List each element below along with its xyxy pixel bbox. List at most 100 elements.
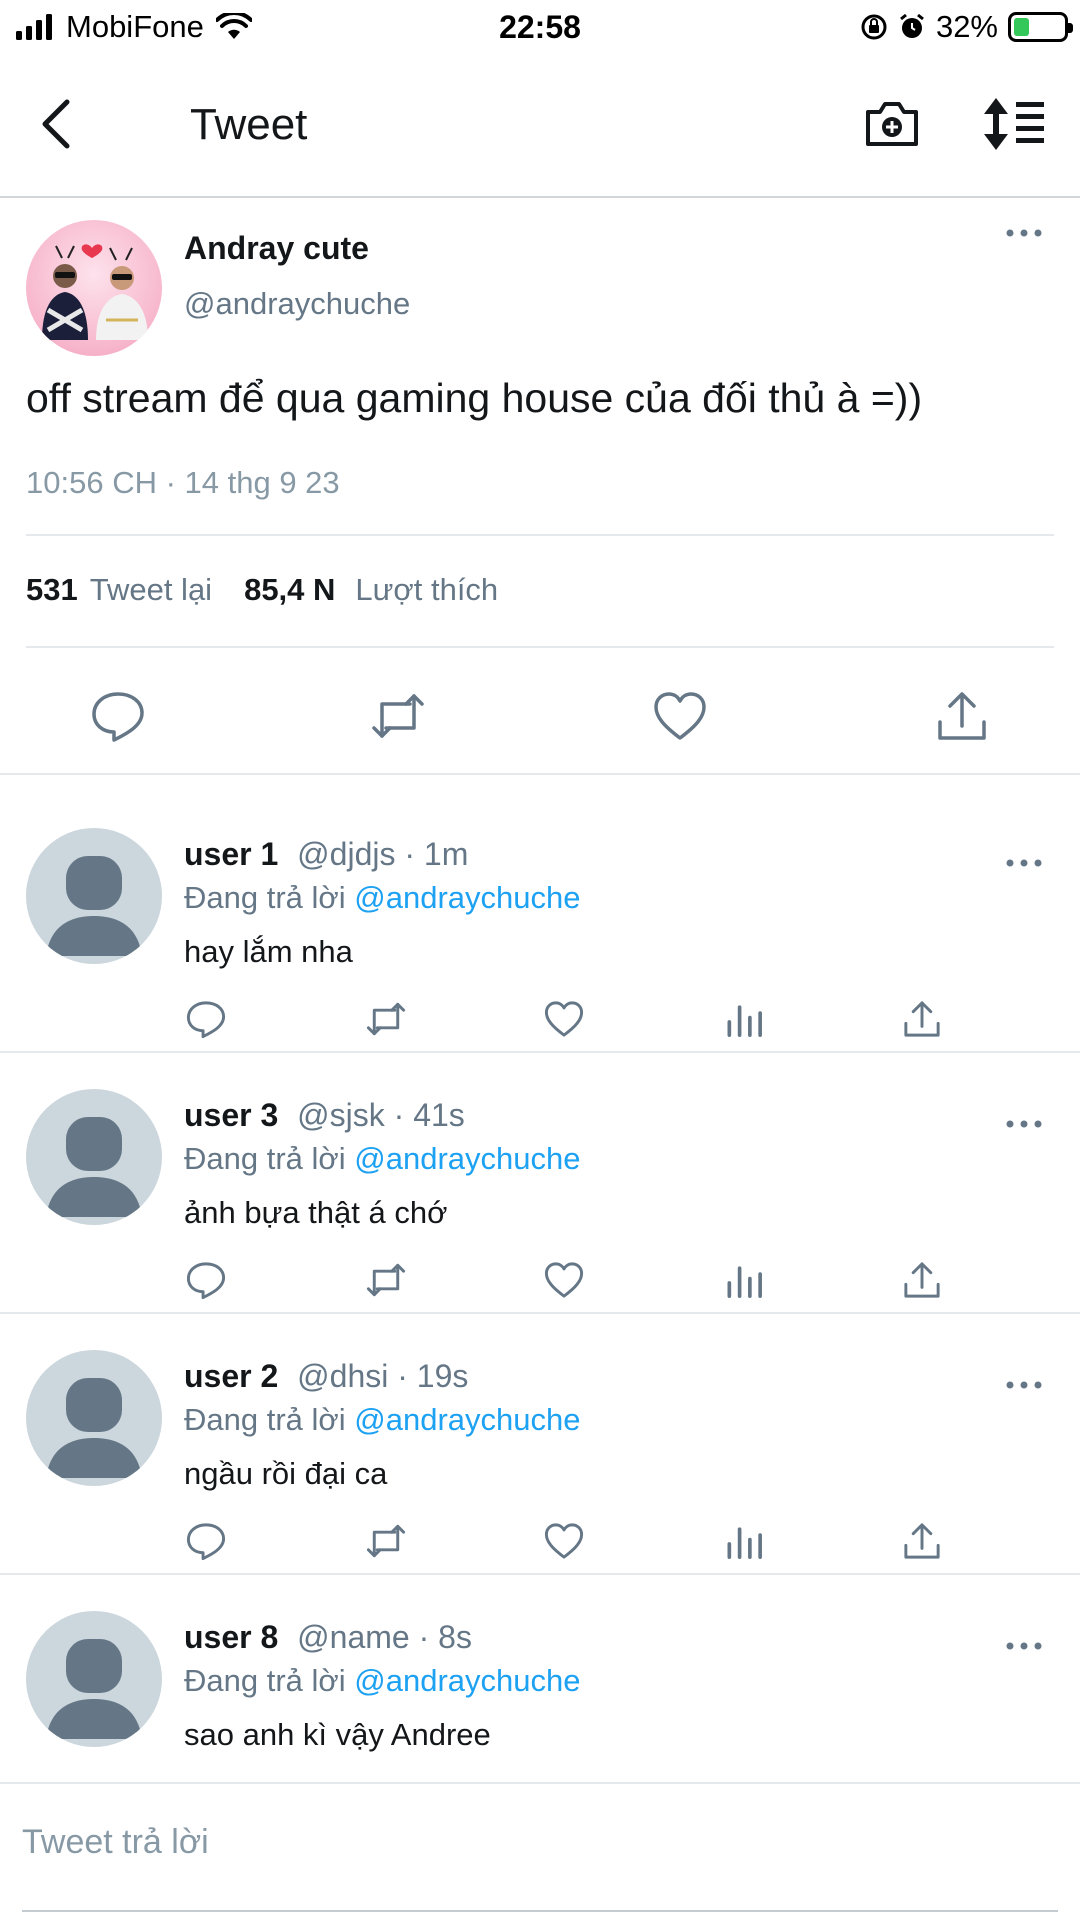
retweet-count[interactable]: 531 bbox=[26, 572, 78, 608]
replying-to-mention[interactable]: @andraychuche bbox=[354, 1141, 580, 1176]
share-icon bbox=[904, 1001, 940, 1037]
retweet-icon bbox=[366, 1524, 406, 1558]
replying-to: Đang trả lời @andraychuche bbox=[184, 1663, 580, 1699]
default-avatar-icon bbox=[46, 1639, 142, 1739]
retweet-button[interactable] bbox=[364, 1519, 408, 1563]
share-button[interactable] bbox=[900, 1519, 944, 1563]
battery-percent: 32% bbox=[935, 9, 998, 44]
reply-author-name[interactable]: user 3 bbox=[184, 1097, 278, 1133]
reply-author-handle[interactable]: @sjsk · 41s bbox=[297, 1097, 465, 1133]
avatar[interactable] bbox=[26, 1611, 162, 1747]
reply-author-name[interactable]: user 2 bbox=[184, 1358, 278, 1394]
reply-tweet[interactable]: user 2 @dhsi · 19s Đang trả lời @andrayc… bbox=[0, 1314, 1080, 1575]
like-button[interactable] bbox=[650, 686, 710, 746]
analytics-icon bbox=[727, 1005, 762, 1037]
replying-to: Đang trả lời @andraychuche bbox=[184, 1402, 580, 1438]
share-icon bbox=[938, 692, 986, 740]
back-icon bbox=[42, 99, 70, 149]
replying-to-mention[interactable]: @andraychuche bbox=[354, 880, 580, 915]
reply-author-handle[interactable]: @dhsi · 19s bbox=[297, 1358, 468, 1394]
replying-to: Đang trả lời @andraychuche bbox=[184, 1141, 580, 1177]
back-button[interactable] bbox=[26, 94, 86, 154]
avatar-photo bbox=[42, 244, 148, 340]
replying-to-label: Đang trả lời bbox=[184, 880, 346, 915]
tweet-timestamp: 10:56 CH · 14 thg 9 23 bbox=[26, 465, 340, 500]
reply-tweet[interactable]: user 1 @djdjs · 1m Đang trả lời @andrayc… bbox=[0, 792, 1080, 1053]
author-name[interactable]: Andray cute bbox=[184, 230, 369, 267]
default-avatar-icon bbox=[46, 1378, 142, 1478]
page-title: Tweet bbox=[190, 100, 308, 149]
replying-to-mention[interactable]: @andraychuche bbox=[354, 1663, 580, 1698]
retweet-icon bbox=[366, 1263, 406, 1297]
avatar[interactable] bbox=[26, 828, 162, 964]
input-underline bbox=[22, 1910, 1058, 1912]
status-right: 32% bbox=[860, 9, 1073, 45]
divider bbox=[26, 534, 1054, 536]
more-options-button[interactable] bbox=[1006, 1103, 1042, 1137]
like-button[interactable] bbox=[542, 1519, 586, 1563]
sort-button[interactable] bbox=[980, 94, 1050, 154]
author-handle[interactable]: @andraychuche bbox=[184, 286, 410, 322]
reply-author-name[interactable]: user 1 bbox=[184, 836, 278, 872]
like-icon bbox=[544, 1001, 584, 1037]
tweet-detail-screen: MobiFone 22:58 32% Tweet Andray cute @an… bbox=[0, 0, 1080, 1920]
reply-author-handle[interactable]: @djdjs · 1m bbox=[297, 836, 468, 872]
like-count[interactable]: 85,4 N bbox=[244, 572, 335, 608]
reply-author-handle[interactable]: @name · 8s bbox=[297, 1619, 472, 1655]
reply-icon bbox=[186, 1523, 226, 1561]
reply-button[interactable] bbox=[184, 1258, 228, 1302]
analytics-button[interactable] bbox=[722, 1519, 766, 1563]
more-icon bbox=[1006, 229, 1042, 237]
share-icon bbox=[904, 1262, 940, 1298]
camera-button[interactable] bbox=[862, 94, 922, 154]
reply-button[interactable] bbox=[184, 997, 228, 1041]
default-avatar-icon bbox=[46, 856, 142, 956]
retweet-button[interactable] bbox=[364, 997, 408, 1041]
alarm-icon bbox=[900, 13, 924, 38]
replying-to-label: Đang trả lời bbox=[184, 1663, 346, 1698]
reply-text: hay lắm nha bbox=[184, 934, 353, 969]
retweet-button[interactable] bbox=[368, 686, 428, 746]
like-label[interactable]: Lượt thích bbox=[355, 572, 498, 608]
more-options-button[interactable] bbox=[1006, 1625, 1042, 1659]
retweet-button[interactable] bbox=[364, 1258, 408, 1302]
reply-button[interactable] bbox=[88, 686, 148, 746]
reply-icon bbox=[92, 692, 144, 742]
share-button[interactable] bbox=[900, 997, 944, 1041]
like-button[interactable] bbox=[542, 997, 586, 1041]
reply-header: user 1 @djdjs · 1m bbox=[184, 836, 468, 873]
avatar[interactable] bbox=[26, 1350, 162, 1486]
replying-to-label: Đang trả lời bbox=[184, 1141, 346, 1176]
analytics-icon bbox=[727, 1266, 762, 1298]
camera-icon bbox=[866, 102, 918, 146]
sort-icon bbox=[984, 98, 1044, 150]
replying-to-mention[interactable]: @andraychuche bbox=[354, 1402, 580, 1437]
more-options-button[interactable] bbox=[1006, 842, 1042, 876]
share-button[interactable] bbox=[900, 1258, 944, 1302]
reply-header: user 3 @sjsk · 41s bbox=[184, 1097, 465, 1134]
main-tweet: Andray cute @andraychuche off stream để … bbox=[0, 200, 1080, 775]
more-options-button[interactable] bbox=[1006, 1364, 1042, 1398]
more-icon bbox=[1006, 859, 1042, 867]
reply-button[interactable] bbox=[184, 1519, 228, 1563]
share-button[interactable] bbox=[932, 686, 992, 746]
nav-bar: Tweet bbox=[0, 56, 1080, 198]
share-icon bbox=[904, 1523, 940, 1559]
retweet-label[interactable]: Tweet lại bbox=[90, 572, 212, 608]
like-button[interactable] bbox=[542, 1258, 586, 1302]
more-icon bbox=[1006, 1381, 1042, 1389]
analytics-button[interactable] bbox=[722, 997, 766, 1041]
reply-tweet[interactable]: user 3 @sjsk · 41s Đang trả lời @andrayc… bbox=[0, 1053, 1080, 1314]
reply-author-name[interactable]: user 8 bbox=[184, 1619, 278, 1655]
like-icon bbox=[654, 692, 706, 740]
reply-input[interactable] bbox=[22, 1812, 1052, 1872]
more-icon bbox=[1006, 1642, 1042, 1650]
analytics-button[interactable] bbox=[722, 1258, 766, 1302]
tweet-actions bbox=[0, 660, 1080, 770]
more-options-button[interactable] bbox=[1006, 212, 1042, 246]
avatar[interactable] bbox=[26, 220, 162, 356]
avatar[interactable] bbox=[26, 1089, 162, 1225]
more-icon bbox=[1006, 1120, 1042, 1128]
reply-text: ảnh bựa thật á chớ bbox=[184, 1195, 448, 1230]
divider bbox=[26, 646, 1054, 648]
